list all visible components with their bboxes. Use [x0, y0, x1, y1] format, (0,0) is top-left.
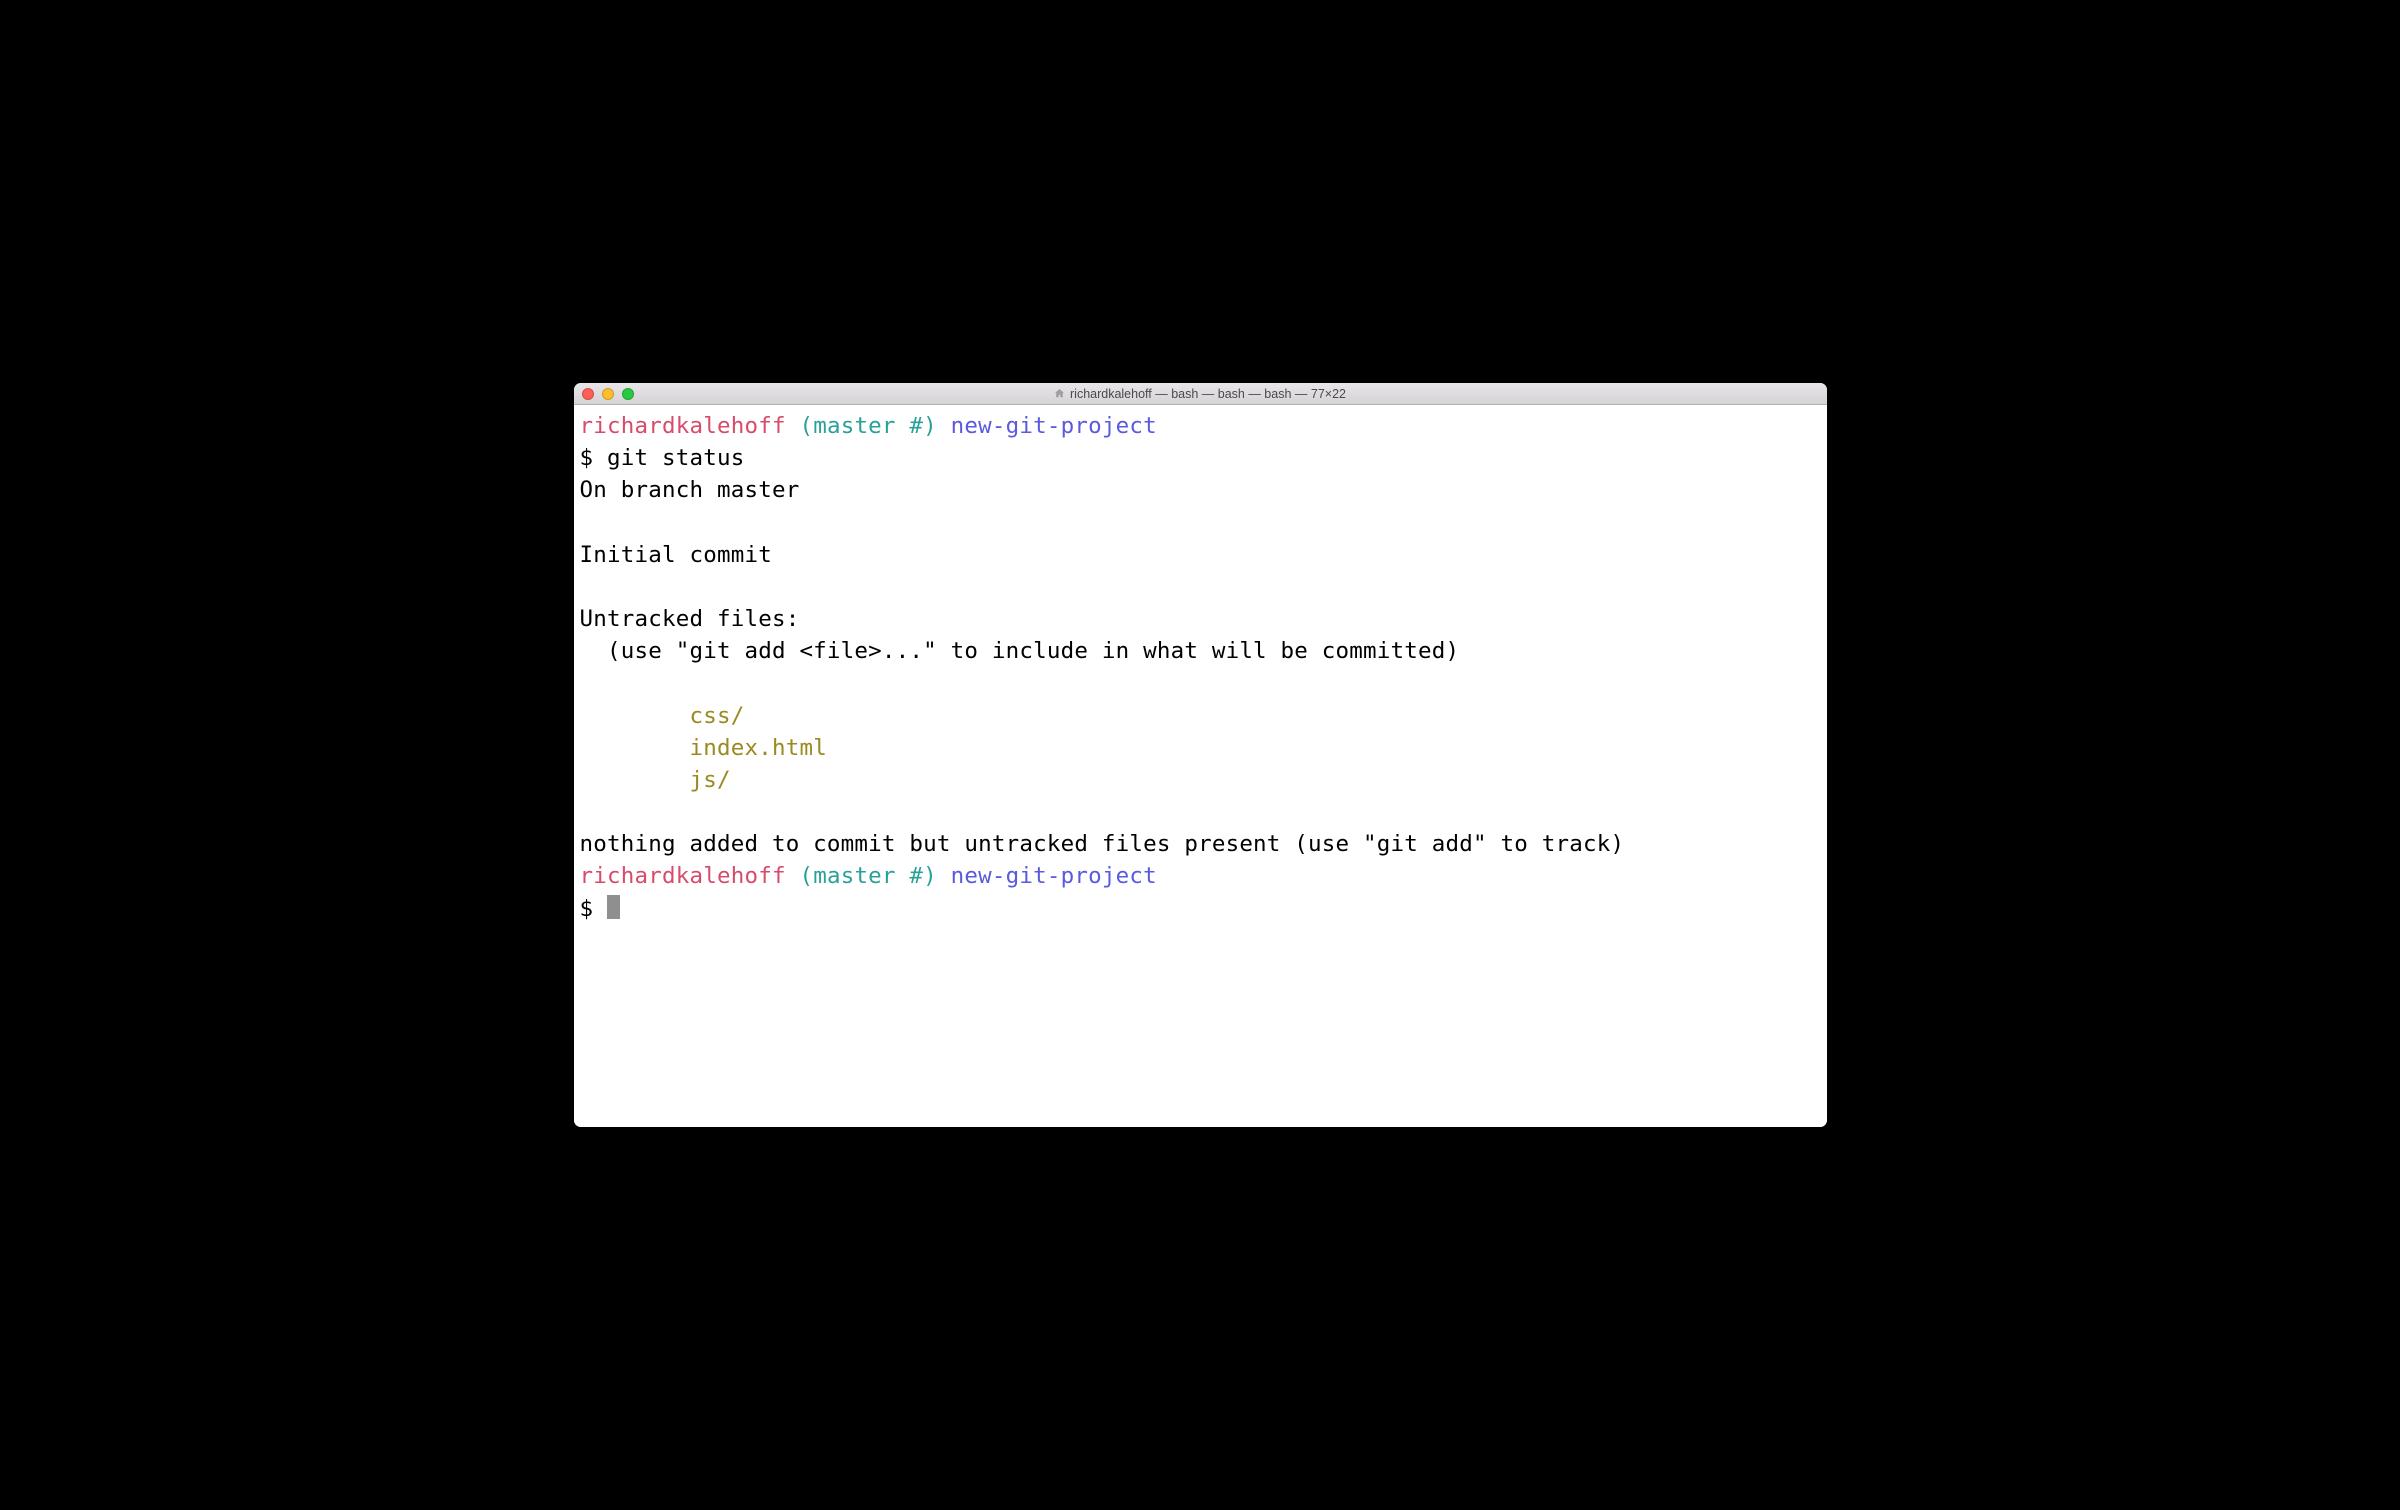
terminal-body[interactable]: richardkalehoff (master #) new-git-proje… [574, 405, 1827, 1127]
home-icon [1054, 388, 1065, 399]
output-line: Initial commit [580, 542, 772, 568]
untracked-file: js/ [689, 767, 730, 793]
traffic-lights [574, 388, 634, 400]
output-line: Untracked files: [580, 606, 800, 632]
command-text: git status [607, 445, 744, 471]
cursor [607, 895, 620, 919]
titlebar[interactable]: richardkalehoff — bash — bash — bash — 7… [574, 383, 1827, 405]
prompt-dir: new-git-project [951, 413, 1157, 439]
untracked-file: index.html [689, 735, 826, 761]
prompt-branch: (master #) [799, 863, 936, 889]
prompt-branch: (master #) [799, 413, 936, 439]
window-title: richardkalehoff — bash — bash — bash — 7… [574, 387, 1827, 401]
output-line: On branch master [580, 477, 800, 503]
terminal-window: richardkalehoff — bash — bash — bash — 7… [574, 383, 1827, 1127]
prompt-dir: new-git-project [951, 863, 1157, 889]
output-line: nothing added to commit but untracked fi… [580, 831, 1625, 857]
output-line: (use "git add <file>..." to include in w… [580, 638, 1460, 664]
output-indent [580, 703, 690, 729]
minimize-button[interactable] [602, 388, 614, 400]
output-indent [580, 735, 690, 761]
prompt-user: richardkalehoff [580, 413, 786, 439]
zoom-button[interactable] [622, 388, 634, 400]
output-indent [580, 767, 690, 793]
prompt-ps1: $ [580, 896, 608, 922]
prompt-ps1: $ [580, 445, 608, 471]
prompt-user: richardkalehoff [580, 863, 786, 889]
window-title-text: richardkalehoff — bash — bash — bash — 7… [1070, 387, 1346, 401]
close-button[interactable] [582, 388, 594, 400]
untracked-file: css/ [689, 703, 744, 729]
